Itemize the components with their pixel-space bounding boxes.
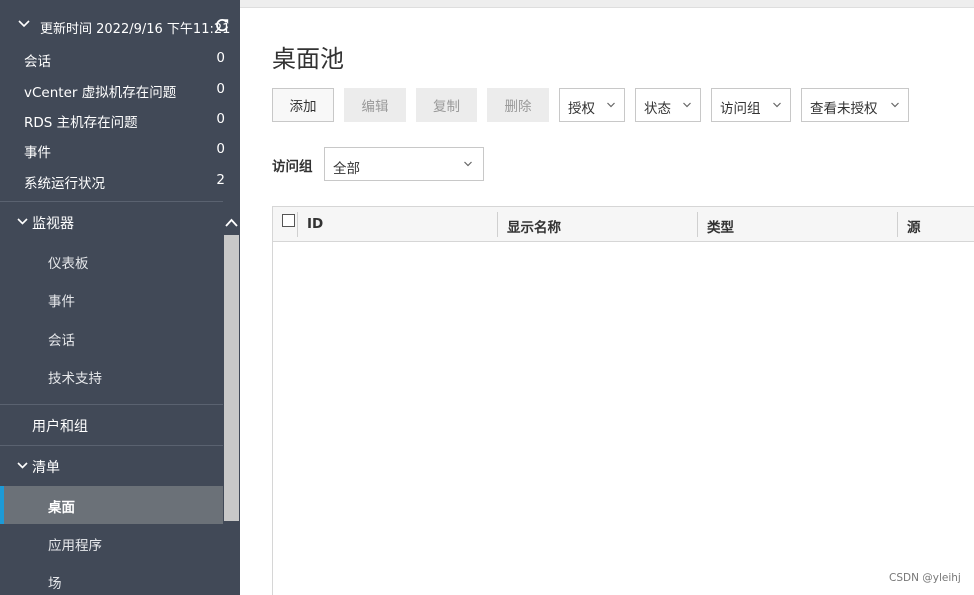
nav-section-inventory[interactable]: 清单	[0, 446, 223, 486]
watermark: CSDN @yleihj	[889, 572, 961, 584]
chevron-down-icon	[17, 462, 28, 469]
updated-time: 更新时间 2022/9/16 下午11:21	[40, 22, 231, 37]
column-header-source[interactable]: 源	[907, 216, 921, 236]
copy-button[interactable]: 复制	[416, 88, 477, 122]
sidebar-item-label: 仪表板	[48, 256, 89, 272]
active-indicator	[0, 486, 4, 524]
column-header-type[interactable]: 类型	[707, 216, 734, 236]
edit-button[interactable]: 编辑	[344, 88, 406, 122]
chevron-down-icon	[773, 102, 781, 108]
chevron-down-icon	[683, 102, 691, 108]
nav-section-label: 清单	[32, 460, 60, 476]
desktop-pools-table: ID 显示名称 类型 源	[272, 206, 974, 595]
sidebar-item-dashboard[interactable]: 仪表板	[0, 242, 223, 280]
dropdown-label: 访问组	[720, 101, 761, 117]
add-button[interactable]: 添加	[272, 88, 334, 122]
alert-count: 0	[216, 81, 225, 97]
chevron-down-icon	[891, 102, 899, 108]
alert-vcenter-vm-issues[interactable]: vCenter 虚拟机存在问题 0	[0, 74, 240, 104]
sidebar-item-label: 技术支持	[48, 371, 102, 387]
column-header-id[interactable]: ID	[307, 216, 323, 232]
sidebar-item-events[interactable]: 事件	[0, 280, 223, 318]
sidebar-item-label: 事件	[48, 294, 75, 310]
alert-label: 系统运行状况	[24, 176, 105, 192]
table-header: ID 显示名称 类型 源	[273, 207, 974, 242]
alert-count: 0	[216, 50, 225, 66]
alert-label: 会话	[24, 54, 51, 70]
access-group-dropdown[interactable]: 访问组	[711, 88, 791, 122]
entitle-dropdown[interactable]: 授权	[559, 88, 625, 122]
nav-section-label: 监视器	[32, 216, 74, 232]
access-group-filter-select[interactable]: 全部	[324, 147, 484, 181]
alert-label: 事件	[24, 145, 51, 161]
dropdown-label: 状态	[644, 101, 671, 117]
chevron-down-icon	[607, 102, 615, 108]
alert-count: 2	[216, 172, 225, 188]
sidebar-item-label: 应用程序	[48, 538, 102, 554]
status-dropdown[interactable]: 状态	[635, 88, 701, 122]
refresh-icon[interactable]	[214, 17, 230, 33]
sidebar-item-desktops[interactable]: 桌面	[0, 486, 223, 524]
app-window: 更新时间 2022/9/16 下午11:21 会话 0 vCenter 虚拟机存…	[0, 0, 974, 595]
sidebar-item-sessions[interactable]: 会话	[0, 319, 223, 357]
chevron-down-icon	[464, 161, 472, 167]
select-all-checkbox[interactable]	[282, 214, 295, 227]
sidebar-item-label: 桌面	[48, 500, 75, 516]
column-divider[interactable]	[897, 212, 898, 237]
sidebar-item-label: 场	[48, 576, 62, 592]
scrollbar-thumb[interactable]	[224, 235, 239, 521]
nav-section-users-groups[interactable]: 用户和组	[0, 405, 223, 445]
alert-label: vCenter 虚拟机存在问题	[24, 85, 177, 101]
status-summary-panel: 更新时间 2022/9/16 下午11:21 会话 0 vCenter 虚拟机存…	[0, 0, 240, 201]
alert-events[interactable]: 事件 0	[0, 134, 240, 164]
nav-section-monitor[interactable]: 监视器	[0, 202, 223, 242]
scroll-up-arrow-icon[interactable]	[223, 212, 240, 234]
sidebar-item-tech-support[interactable]: 技术支持	[0, 357, 223, 395]
alert-count: 0	[216, 141, 225, 157]
top-bar	[240, 0, 974, 8]
sidebar-nav: 监视器 仪表板 事件 会话 技术支持 用户和组 清单 桌面 应用程序 场	[0, 201, 223, 595]
dropdown-label: 查看未授权	[810, 101, 878, 117]
page-title: 桌面池	[272, 45, 344, 73]
sidebar-item-label: 会话	[48, 333, 75, 349]
selected-value: 全部	[333, 161, 360, 177]
column-divider[interactable]	[497, 212, 498, 237]
dropdown-label: 授权	[568, 101, 595, 117]
sidebar-item-farms[interactable]: 场	[0, 562, 223, 595]
access-group-filter-label: 访问组	[272, 159, 313, 175]
nav-section-label: 用户和组	[32, 419, 88, 435]
alert-rds-host-issues[interactable]: RDS 主机存在问题 0	[0, 104, 240, 134]
delete-button[interactable]: 删除	[487, 88, 549, 122]
alert-system-health[interactable]: 系统运行状况 2	[0, 165, 240, 195]
chevron-down-icon[interactable]	[17, 17, 31, 31]
summary-header: 更新时间 2022/9/16 下午11:21	[0, 11, 240, 41]
column-divider	[297, 212, 298, 237]
alert-sessions[interactable]: 会话 0	[0, 43, 240, 73]
sidebar-item-applications[interactable]: 应用程序	[0, 524, 223, 562]
sidebar: 更新时间 2022/9/16 下午11:21 会话 0 vCenter 虚拟机存…	[0, 0, 240, 595]
column-divider[interactable]	[697, 212, 698, 237]
view-unentitled-dropdown[interactable]: 查看未授权	[801, 88, 909, 122]
chevron-down-icon	[17, 218, 28, 225]
alert-count: 0	[216, 111, 225, 127]
column-header-display-name[interactable]: 显示名称	[507, 216, 561, 236]
alert-label: RDS 主机存在问题	[24, 115, 138, 131]
